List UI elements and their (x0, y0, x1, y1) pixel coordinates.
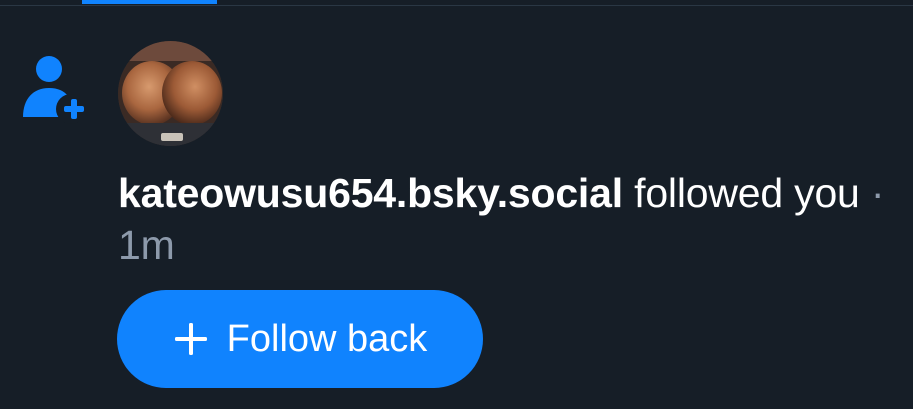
avatar[interactable] (118, 41, 223, 146)
separator-dot: · (870, 170, 885, 216)
plus-icon (174, 323, 207, 355)
active-tab-indicator (82, 0, 217, 4)
timestamp: 1m (118, 222, 175, 268)
follow-back-button[interactable]: Follow back (117, 290, 483, 388)
notification-item[interactable]: kateowusu654.bsky.social followed you · … (0, 7, 913, 409)
follow-back-label: Follow back (226, 317, 428, 360)
user-handle-link[interactable]: kateowusu654.bsky.social (118, 170, 623, 216)
notification-message: kateowusu654.bsky.social followed you · … (118, 167, 908, 271)
notification-action: followed you (634, 170, 860, 216)
person-plus-icon (20, 55, 88, 127)
